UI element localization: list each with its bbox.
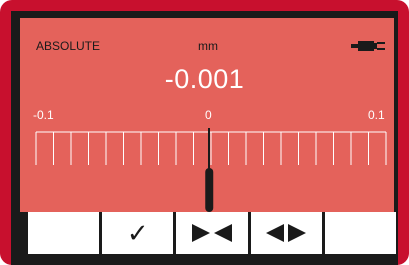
softkey-bar: ✓ (28, 212, 397, 254)
bowtie-arrows-icon (192, 224, 232, 242)
softkey-empty-2[interactable] (324, 212, 397, 254)
confirm-button[interactable]: ✓ (102, 212, 174, 254)
range-button[interactable] (250, 212, 322, 254)
outward-arrows-icon (266, 224, 307, 242)
checkmark-icon: ✓ (126, 218, 149, 248)
reading-pointer (205, 168, 214, 212)
softkey-empty-1[interactable] (28, 212, 100, 254)
zero-button[interactable] (176, 212, 248, 254)
